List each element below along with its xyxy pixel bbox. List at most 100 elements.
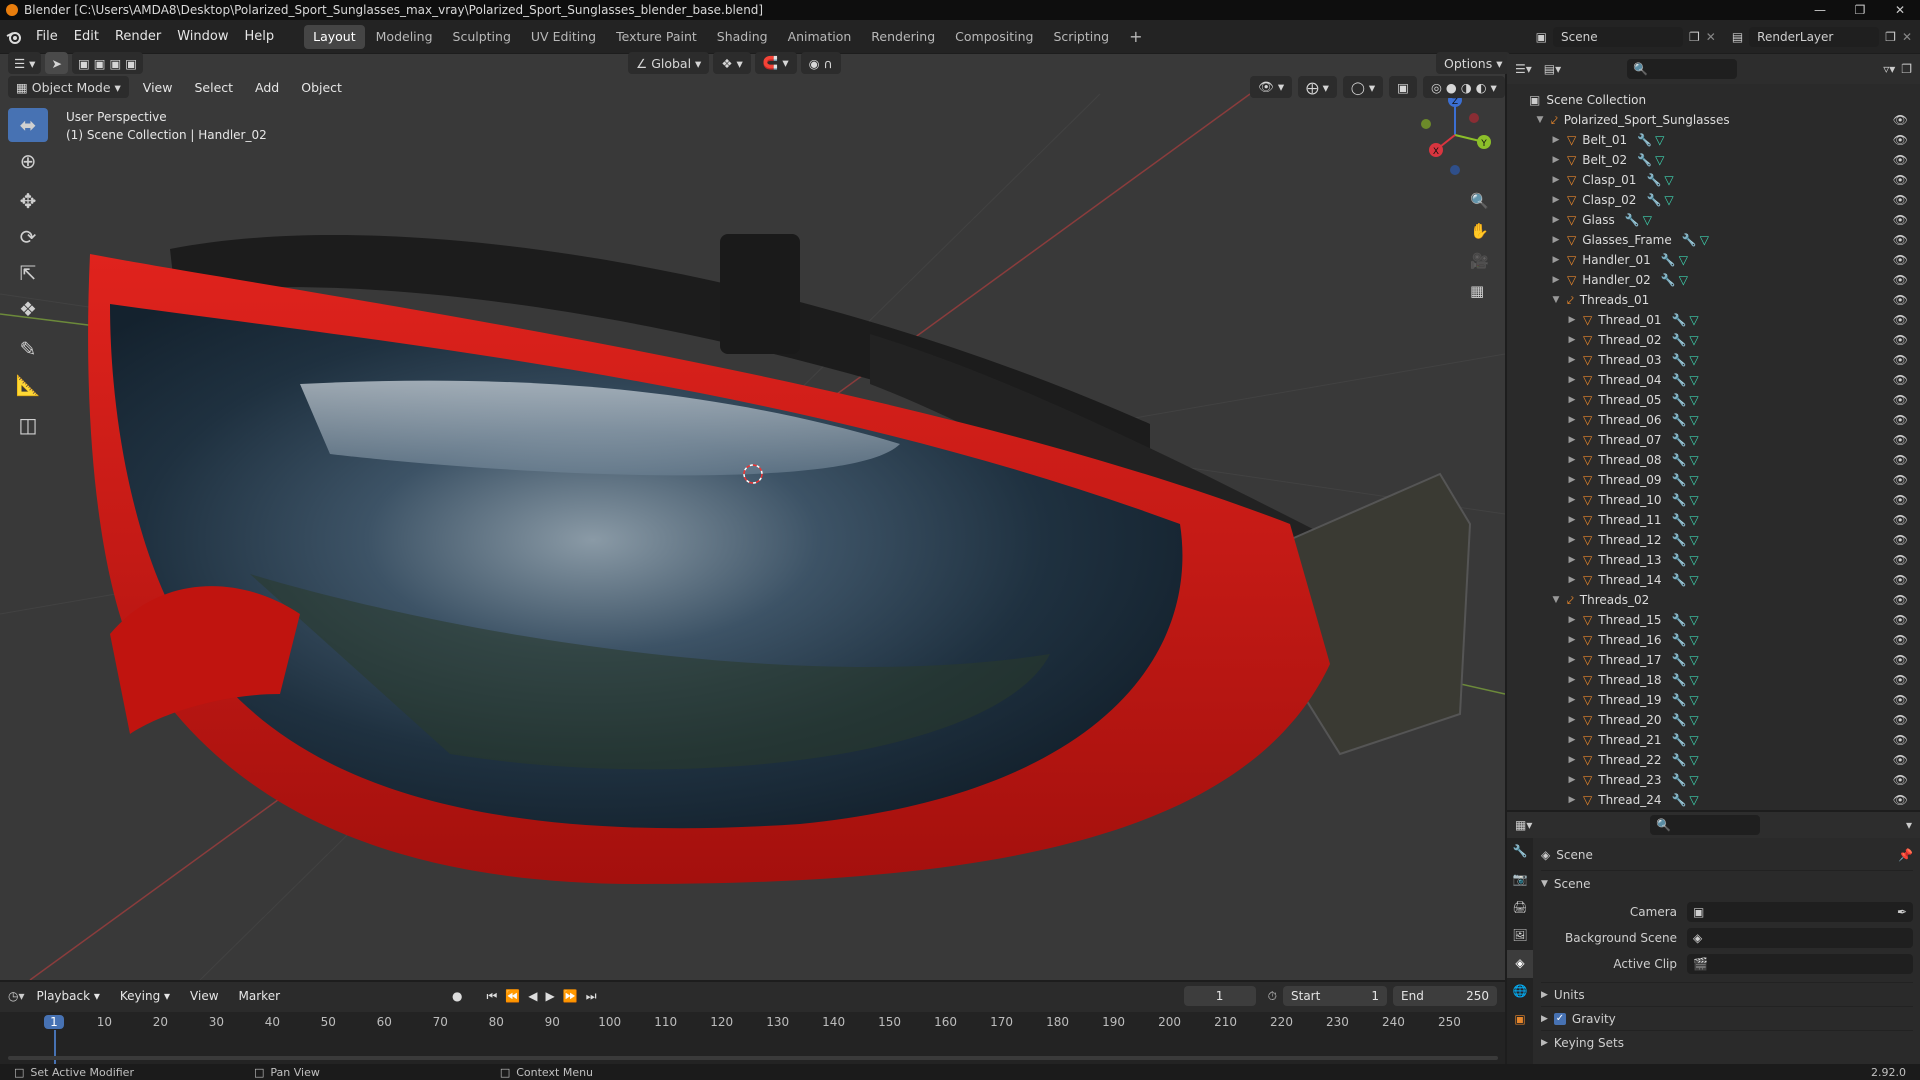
outliner-row[interactable]: ▶ ▽ Handler_02 🔧 ▽ 👁 bbox=[1507, 270, 1920, 290]
modifier-wrench-icon[interactable]: 🔧 bbox=[1671, 633, 1686, 647]
expand-icon[interactable]: ▶ bbox=[1567, 455, 1577, 465]
tab-animation[interactable]: Animation bbox=[779, 25, 861, 49]
visibility-eye-icon[interactable]: 👁 bbox=[1893, 613, 1908, 627]
camera-view-icon[interactable]: 🎥 bbox=[1470, 252, 1494, 282]
blender-menu-icon[interactable] bbox=[0, 30, 28, 44]
expand-icon[interactable]: ▶ bbox=[1551, 195, 1561, 205]
viewport-menu-select[interactable]: Select bbox=[186, 76, 241, 98]
visibility-eye-icon[interactable]: 👁 bbox=[1893, 593, 1908, 607]
outliner-row[interactable]: ▶ ▽ Thread_22 🔧 ▽ 👁 bbox=[1507, 750, 1920, 770]
visibility-eye-icon[interactable]: 👁 bbox=[1893, 433, 1908, 447]
outliner-row-collection[interactable]: ▼ ⤦ Polarized_Sport_Sunglasses 👁 bbox=[1507, 110, 1920, 130]
close-button[interactable]: ✕ bbox=[1880, 0, 1920, 20]
expand-icon[interactable]: ▶ bbox=[1567, 795, 1577, 805]
eyedropper-icon[interactable]: ✒ bbox=[1897, 905, 1907, 919]
select-box-tool-icon[interactable]: ➤ bbox=[45, 52, 68, 74]
mesh-data-icon[interactable]: ▽ bbox=[1689, 793, 1698, 807]
mesh-data-icon[interactable]: ▽ bbox=[1689, 353, 1698, 367]
mesh-data-icon[interactable]: ▽ bbox=[1689, 753, 1698, 767]
outliner-row[interactable]: ▶ ▽ Thread_24 🔧 ▽ 👁 bbox=[1507, 790, 1920, 810]
modifier-wrench-icon[interactable]: 🔧 bbox=[1671, 693, 1686, 707]
ortho-grid-icon[interactable]: ▦ bbox=[1470, 282, 1494, 312]
world-tab-icon[interactable]: 🌐 bbox=[1507, 978, 1533, 1006]
gravity-panel-header[interactable]: ▶ ✓ Gravity bbox=[1541, 1006, 1913, 1030]
modifier-wrench-icon[interactable]: 🔧 bbox=[1671, 393, 1686, 407]
modifier-wrench-icon[interactable]: 🔧 bbox=[1671, 433, 1686, 447]
delete-scene-icon[interactable]: ✕ bbox=[1706, 30, 1716, 44]
mesh-data-icon[interactable]: ▽ bbox=[1689, 453, 1698, 467]
scene-panel-header[interactable]: ▼ Scene bbox=[1541, 870, 1913, 896]
scene-selector[interactable]: Scene bbox=[1553, 26, 1683, 47]
select-mode-buttons[interactable]: ▣ ▣ ▣ ▣ bbox=[71, 52, 144, 74]
outliner-row[interactable]: ▶ ▽ Clasp_01 🔧 ▽ 👁 bbox=[1507, 170, 1920, 190]
mesh-data-icon[interactable]: ▽ bbox=[1679, 273, 1688, 287]
proportional-edit-icon[interactable]: ◉ ∩ bbox=[800, 52, 841, 74]
modifier-wrench-icon[interactable]: 🔧 bbox=[1671, 613, 1686, 627]
outliner-editor-type-icon[interactable]: ☰▾ bbox=[1515, 62, 1532, 76]
visibility-eye-icon[interactable]: 👁 bbox=[1893, 113, 1908, 127]
play-reverse-icon[interactable]: ◀ bbox=[528, 989, 537, 1003]
visibility-eye-icon[interactable]: 👁 bbox=[1893, 633, 1908, 647]
mesh-data-icon[interactable]: ▽ bbox=[1655, 153, 1664, 167]
outliner-row[interactable]: ▶ ▽ Thread_04 🔧 ▽ 👁 bbox=[1507, 370, 1920, 390]
outliner-row[interactable]: ▶ ▽ Thread_23 🔧 ▽ 👁 bbox=[1507, 770, 1920, 790]
mesh-data-icon[interactable]: ▽ bbox=[1700, 233, 1709, 247]
expand-icon[interactable]: ▶ bbox=[1567, 395, 1577, 405]
expand-icon[interactable]: ▶ bbox=[1567, 575, 1577, 585]
visibility-eye-icon[interactable]: 👁 bbox=[1893, 213, 1908, 227]
expand-icon[interactable]: ▶ bbox=[1551, 175, 1561, 185]
shading-mode-buttons[interactable]: ◎ ● ◑ ◐ ▾ bbox=[1422, 76, 1505, 98]
modifier-wrench-icon[interactable]: 🔧 bbox=[1646, 173, 1661, 187]
expand-icon[interactable]: ▶ bbox=[1567, 495, 1577, 505]
modifier-wrench-icon[interactable]: 🔧 bbox=[1637, 133, 1652, 147]
outliner-row[interactable]: ▶ ▽ Thread_08 🔧 ▽ 👁 bbox=[1507, 450, 1920, 470]
background-scene-field[interactable]: ◈ bbox=[1687, 928, 1913, 948]
mesh-data-icon[interactable]: ▽ bbox=[1689, 653, 1698, 667]
expand-icon[interactable]: ▶ bbox=[1567, 375, 1577, 385]
mesh-data-icon[interactable]: ▽ bbox=[1643, 213, 1652, 227]
outliner-row[interactable]: ▶ ▽ Thread_10 🔧 ▽ 👁 bbox=[1507, 490, 1920, 510]
options-dropdown[interactable]: Options ▾ bbox=[1436, 52, 1511, 74]
expand-icon[interactable]: ▶ bbox=[1551, 215, 1561, 225]
scale-tool-icon[interactable]: ⇱ bbox=[8, 256, 48, 290]
visibility-eye-icon[interactable]: 👁 bbox=[1893, 313, 1908, 327]
visibility-eye-icon[interactable]: 👁 bbox=[1893, 753, 1908, 767]
modifier-wrench-icon[interactable]: 🔧 bbox=[1671, 753, 1686, 767]
visibility-eye-icon[interactable]: 👁 bbox=[1893, 493, 1908, 507]
properties-options-icon[interactable]: ▾ bbox=[1906, 818, 1912, 832]
timeline-scrollbar[interactable] bbox=[8, 1056, 1498, 1060]
outliner-row[interactable]: ▶ ▽ Thread_14 🔧 ▽ 👁 bbox=[1507, 570, 1920, 590]
modifier-wrench-icon[interactable]: 🔧 bbox=[1671, 453, 1686, 467]
visibility-eye-icon[interactable]: 👁 bbox=[1893, 133, 1908, 147]
tab-shading[interactable]: Shading bbox=[708, 25, 777, 49]
expand-icon[interactable]: ▶ bbox=[1567, 435, 1577, 445]
modifier-wrench-icon[interactable]: 🔧 bbox=[1671, 533, 1686, 547]
gravity-checkbox[interactable]: ✓ bbox=[1553, 1012, 1566, 1025]
filter-icon[interactable]: ▿▾ bbox=[1883, 62, 1895, 76]
modifier-wrench-icon[interactable]: 🔧 bbox=[1625, 213, 1640, 227]
expand-icon[interactable]: ▶ bbox=[1551, 255, 1561, 265]
expand-icon[interactable]: ▶ bbox=[1567, 335, 1577, 345]
visibility-eye-icon[interactable]: 👁 bbox=[1893, 453, 1908, 467]
jump-end-icon[interactable]: ⏭ bbox=[586, 989, 597, 1004]
expand-icon[interactable]: ▶ bbox=[1567, 775, 1577, 785]
mesh-data-icon[interactable]: ▽ bbox=[1689, 553, 1698, 567]
properties-editor-type-icon[interactable]: ▦▾ bbox=[1515, 818, 1532, 832]
outliner-row[interactable]: ▶ ▽ Thread_11 🔧 ▽ 👁 bbox=[1507, 510, 1920, 530]
expand-icon[interactable]: ▶ bbox=[1567, 535, 1577, 545]
tab-layout[interactable]: Layout bbox=[304, 24, 365, 49]
modifier-wrench-icon[interactable]: 🔧 bbox=[1646, 193, 1661, 207]
record-icon[interactable]: ● bbox=[452, 989, 462, 1003]
visibility-eye-icon[interactable]: 👁 bbox=[1893, 513, 1908, 527]
output-tab-icon[interactable]: 🖨 bbox=[1507, 894, 1533, 922]
new-view-layer-icon[interactable]: ❐ bbox=[1885, 30, 1896, 44]
snap-toggle-icon[interactable]: 🧲 ▾ bbox=[754, 52, 797, 74]
viewport-menu-add[interactable]: Add bbox=[247, 76, 287, 98]
timeline-editor-type-icon[interactable]: ◷▾ bbox=[8, 989, 25, 1003]
expand-icon[interactable]: ▼ bbox=[1551, 595, 1561, 605]
mesh-data-icon[interactable]: ▽ bbox=[1689, 373, 1698, 387]
mesh-data-icon[interactable]: ▽ bbox=[1689, 333, 1698, 347]
start-frame-field[interactable]: Start 1 bbox=[1283, 986, 1387, 1006]
pivot-point-dropdown[interactable]: ❖ ▾ bbox=[713, 52, 751, 74]
cursor-tool-icon[interactable]: ⊕ bbox=[8, 144, 48, 178]
